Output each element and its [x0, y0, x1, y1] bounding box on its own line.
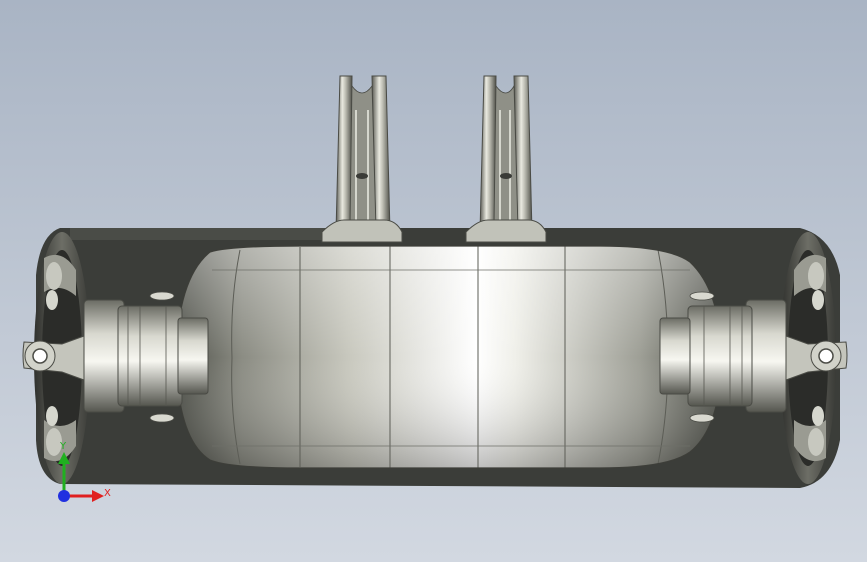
triad-y-label: Y: [59, 441, 67, 452]
triad-x-label: X: [104, 488, 111, 499]
central-drum: [175, 245, 723, 469]
cad-3d-scene[interactable]: X Y: [0, 0, 867, 562]
graphics-viewport[interactable]: X Y: [0, 0, 867, 562]
shell-top-edge: [70, 228, 330, 240]
triad-z-axis: [58, 490, 70, 502]
